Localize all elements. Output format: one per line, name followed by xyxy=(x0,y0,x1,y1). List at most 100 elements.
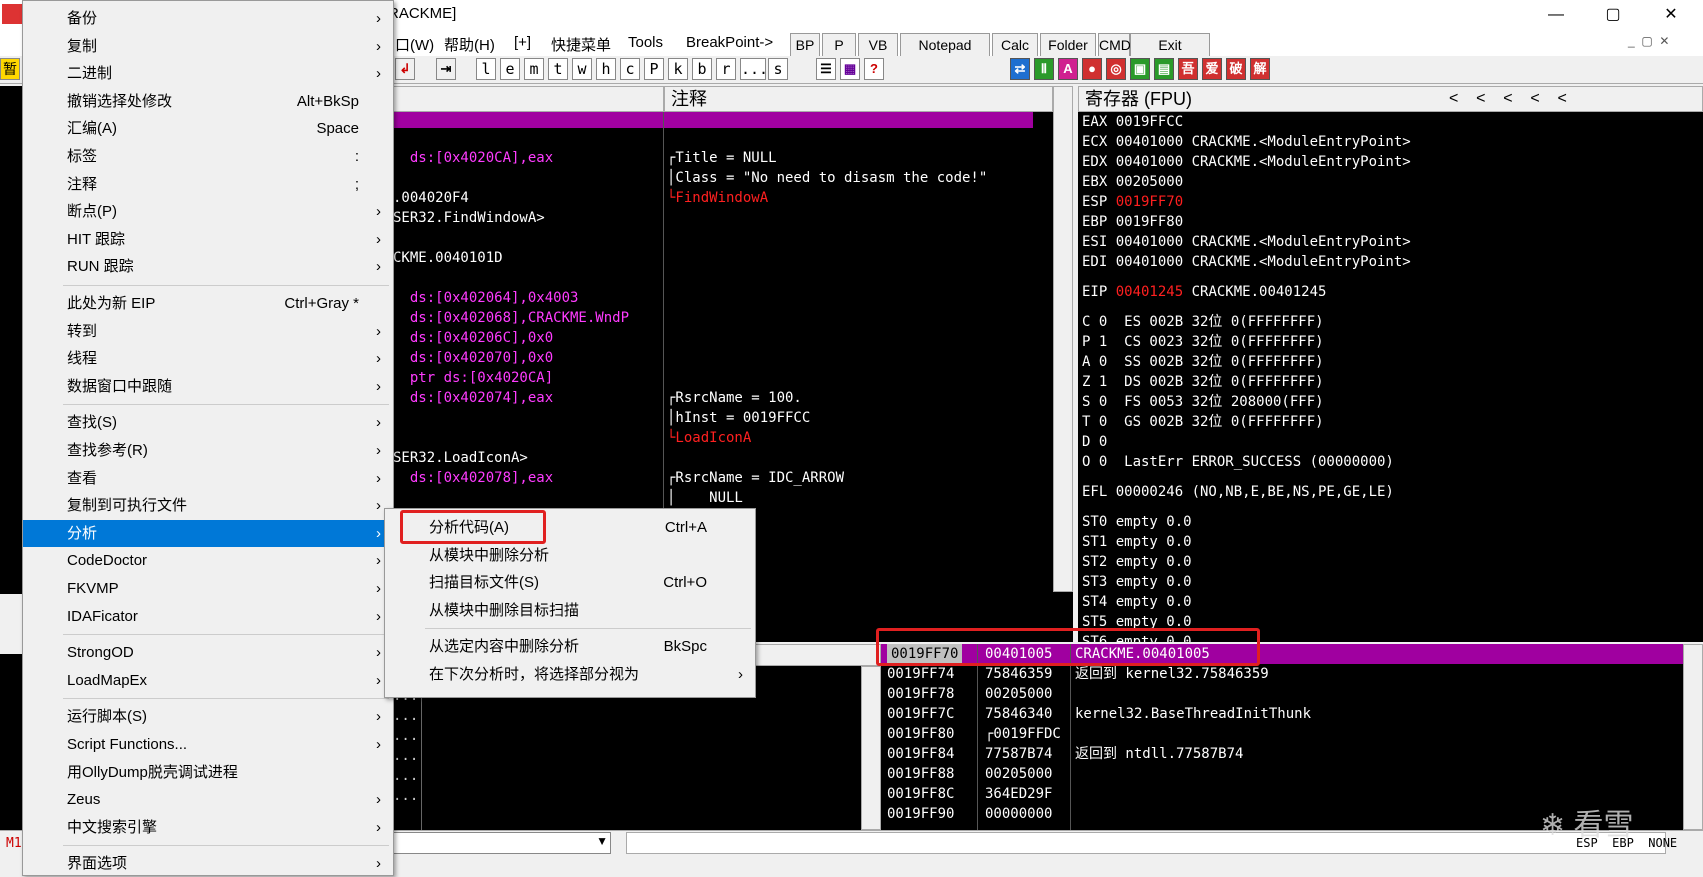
register-line[interactable]: ESI 00401000 CRACKME.<ModuleEntryPoint> xyxy=(1082,232,1411,252)
trace-icon[interactable]: ⇥ xyxy=(436,58,456,80)
submenu-item[interactable]: 扫描目标文件(S) Ctrl+O xyxy=(385,569,755,596)
register-line[interactable]: ST2 empty 0.0 xyxy=(1082,552,1192,572)
dump-scrollbar[interactable] xyxy=(861,666,881,830)
register-line[interactable]: EDX 00401000 CRACKME.<ModuleEntryPoint> xyxy=(1082,152,1411,172)
context-menu-item[interactable]: Script Functions... › xyxy=(23,731,393,758)
disasm-line[interactable]: SER32.LoadIconA> xyxy=(393,448,528,468)
toolbar-letter-button[interactable]: P xyxy=(644,58,664,80)
context-menu-item[interactable]: StrongOD › xyxy=(23,639,393,666)
submenu-item[interactable]: 从模块中删除目标扫描 xyxy=(385,597,755,624)
context-menu-item[interactable]: 二进制 › xyxy=(23,60,393,87)
context-menu-item[interactable]: 撤销选择处修改 Alt+BkSp xyxy=(23,88,393,115)
toolbar-letter-button[interactable]: r xyxy=(716,58,736,80)
context-menu-item[interactable]: 数据窗口中跟随 › xyxy=(23,373,393,400)
context-menu-item[interactable]: 复制 › xyxy=(23,33,393,60)
help-icon[interactable]: ? xyxy=(864,58,884,80)
context-menu-item[interactable]: 界面选项 › xyxy=(23,850,393,877)
jie-icon[interactable]: 解 xyxy=(1250,58,1270,80)
context-menu-item[interactable]: 汇编(A) Space xyxy=(23,115,393,142)
toolbar-letter-button[interactable]: c xyxy=(620,58,640,80)
context-menu-item[interactable]: 中文搜索引擎 › xyxy=(23,814,393,841)
register-line[interactable]: D 0 xyxy=(1082,432,1107,452)
disasm-line[interactable]: ds:[0x402078],eax xyxy=(393,468,553,488)
disasm-line[interactable]: CKME.0040101D xyxy=(393,248,503,268)
context-menu-item[interactable]: FKVMP › xyxy=(23,575,393,602)
toolbar-letter-button[interactable]: m xyxy=(524,58,544,80)
context-menu-item[interactable]: 标签: xyxy=(23,143,393,170)
context-menu-item[interactable]: LoadMapEx › xyxy=(23,667,393,694)
context-menu-item[interactable]: IDAFicator › xyxy=(23,603,393,630)
register-line[interactable]: EAX 0019FFCC xyxy=(1082,112,1183,132)
tool-tab-vb[interactable]: VB xyxy=(858,33,898,57)
register-line[interactable]: Z 1 DS 002B 32位 0(FFFFFFFF) xyxy=(1082,372,1324,392)
menu-item[interactable]: [+] xyxy=(514,34,531,51)
submenu-item[interactable]: 从选定内容中删除分析 BkSpc xyxy=(385,633,755,660)
register-line[interactable]: ST1 empty 0.0 xyxy=(1082,532,1192,552)
stack-row[interactable]: 0019FF78 00205000 xyxy=(881,684,1683,704)
tool-tab-p[interactable]: P xyxy=(822,33,856,57)
disasm-line[interactable]: SER32.FindWindowA> xyxy=(393,208,545,228)
stack-row[interactable]: 0019FF74 75846359 返回到 kernel32.75846359 xyxy=(881,664,1683,684)
context-menu-item[interactable]: 复制到可执行文件 › xyxy=(23,492,393,519)
register-line[interactable]: P 1 CS 0023 32位 0(FFFFFFFF) xyxy=(1082,332,1324,352)
stack-row[interactable]: 0019FF88 00205000 xyxy=(881,764,1683,784)
register-line[interactable]: S 0 FS 0053 32位 208000(FFF) xyxy=(1082,392,1324,412)
close-button[interactable]: ✕ xyxy=(1648,0,1694,30)
maximize-button[interactable]: ▢ xyxy=(1590,0,1636,30)
toolbar-letter-button[interactable]: w xyxy=(572,58,592,80)
context-menu-item[interactable]: Zeus › xyxy=(23,786,393,813)
register-line[interactable]: ECX 00401000 CRACKME.<ModuleEntryPoint> xyxy=(1082,132,1411,152)
mdi-controls[interactable]: _ ▢ ✕ xyxy=(1628,34,1698,52)
toolbar-letter-button[interactable]: t xyxy=(548,58,568,80)
register-line[interactable]: ST4 empty 0.0 xyxy=(1082,592,1192,612)
step-icon[interactable]: ↲ xyxy=(395,58,415,80)
toolbar-letter-button[interactable]: h xyxy=(596,58,616,80)
register-line[interactable]: EDI 00401000 CRACKME.<ModuleEntryPoint> xyxy=(1082,252,1411,272)
disasm-line[interactable]: ds:[0x402074],eax xyxy=(393,388,553,408)
monitor-icon[interactable]: ▣ xyxy=(1130,58,1150,80)
tool-tab-calc[interactable]: Calc xyxy=(992,33,1038,57)
context-menu-item[interactable]: 断点(P) › xyxy=(23,198,393,225)
toolbar-letter-button[interactable]: e xyxy=(500,58,520,80)
disasm-line[interactable]: ds:[0x402064],0x4003 xyxy=(393,288,579,308)
register-line[interactable]: A 0 SS 002B 32位 0(FFFFFFFF) xyxy=(1082,352,1324,372)
record-icon[interactable]: ● xyxy=(1082,58,1102,80)
register-line[interactable]: ST0 empty 0.0 xyxy=(1082,512,1192,532)
toolbar-letter-button[interactable]: ... xyxy=(740,58,768,80)
register-line[interactable]: EIP 00401245 CRACKME.00401245 xyxy=(1082,282,1326,302)
stack-row[interactable]: 0019FF7C 75846340 kernel32.BaseThreadInitT… xyxy=(881,704,1683,724)
toolbar-letter-button[interactable]: l xyxy=(476,58,496,80)
stack-scrollbar[interactable] xyxy=(1683,644,1703,830)
submenu-item[interactable]: 从模块中删除分析 xyxy=(385,542,755,569)
context-menu-item[interactable]: 转到 › xyxy=(23,318,393,345)
register-line[interactable]: EFL 00000246 (NO,NB,E,BE,NS,PE,GE,LE) xyxy=(1082,482,1394,502)
menu-item[interactable]: 口(W) xyxy=(395,34,434,55)
context-menu-item[interactable]: 线程 › xyxy=(23,345,393,372)
stack-row[interactable]: 0019FF84 77587B74 返回到 ntdll.77587B74 xyxy=(881,744,1683,764)
menu-item[interactable]: Tools xyxy=(628,34,663,51)
context-menu-item[interactable]: 分析 › xyxy=(23,519,393,547)
register-line[interactable]: C 0 ES 002B 32位 0(FFFFFFFF) xyxy=(1082,312,1324,332)
registers-pane[interactable]: EAX 0019FFCC ECX 00401000 CRACKME.<Module… xyxy=(1078,112,1703,642)
disasm-line[interactable]: ptr ds:[0x4020CA] xyxy=(393,368,553,388)
context-menu-item[interactable]: 此处为新 EIP Ctrl+Gray * xyxy=(23,290,393,317)
tool-tab-exit[interactable]: Exit xyxy=(1130,33,1210,57)
context-menu-item[interactable]: 备份 › xyxy=(23,5,393,32)
tool-tab-cmd[interactable]: CMD xyxy=(1098,33,1131,57)
register-line[interactable]: T 0 GS 002B 32位 0(FFFFFFFF) xyxy=(1082,412,1324,432)
tool-tab-bp[interactable]: BP xyxy=(790,33,820,57)
context-menu-item[interactable]: 运行脚本(S) › xyxy=(23,703,393,730)
context-menu-item[interactable]: 查找参考(R) › xyxy=(23,437,393,464)
target-icon[interactable]: ◎ xyxy=(1106,58,1126,80)
menu-item[interactable]: 帮助(H) xyxy=(444,34,495,55)
po-icon[interactable]: 破 xyxy=(1226,58,1246,80)
context-menu-item[interactable]: 查看 › xyxy=(23,465,393,492)
toolbar-letter-button[interactable]: s xyxy=(768,58,788,80)
stack-row[interactable]: 0019FF80 ┌0019FFDC xyxy=(881,724,1683,744)
register-line[interactable]: O 0 LastErr ERROR_SUCCESS (00000000) xyxy=(1082,452,1394,472)
wu-icon[interactable]: 吾 xyxy=(1178,58,1198,80)
register-nav-arrows[interactable]: < < < < < xyxy=(1449,87,1567,111)
context-menu-item[interactable]: 查找(S) › xyxy=(23,409,393,436)
disasm-line[interactable]: .004020F4 xyxy=(393,188,469,208)
chevron-down-icon[interactable]: ▼ xyxy=(596,834,608,848)
